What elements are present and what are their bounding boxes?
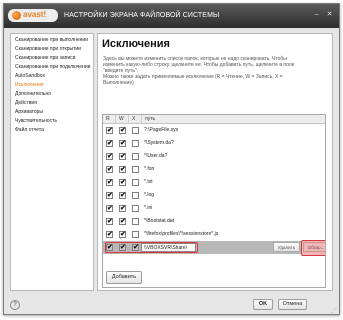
path-cell: *\firefox\profiles\*\sessionstore*.js [144, 231, 219, 237]
read-checkbox[interactable]: ✔ [106, 166, 113, 173]
sidebar-item-archivers[interactable]: Архиваторы [11, 108, 93, 117]
read-checkbox[interactable]: ✔ [106, 218, 113, 225]
read-checkbox[interactable]: ✔ [106, 127, 113, 134]
avast-logo: avast! [8, 9, 58, 22]
execute-checkbox[interactable] [132, 218, 139, 225]
sidebar-item-report-file[interactable]: Файл отчета [11, 126, 93, 135]
write-checkbox[interactable]: ✔ [119, 231, 126, 238]
write-checkbox[interactable]: ✔ [119, 179, 126, 186]
read-checkbox[interactable]: ✔ [106, 231, 113, 238]
logo-text: avast! [23, 10, 47, 19]
path-edit-input[interactable]: \\VBOXSVR\Share\ [141, 243, 196, 252]
execute-checkbox[interactable] [132, 166, 139, 173]
table-row[interactable]: ✔ ✔ *.fon [103, 163, 325, 176]
read-checkbox[interactable]: ✔ [106, 179, 113, 186]
path-cell: *.txt [144, 179, 153, 185]
sidebar-item-scan-on-attach[interactable]: Сканирование при подключении [11, 63, 93, 72]
sidebar-item-scan-on-write[interactable]: Сканирование при записи [11, 54, 93, 63]
sidebar-item-actions[interactable]: Действия [11, 99, 93, 108]
sidebar: Сканирование при выполнении Сканирование… [10, 33, 94, 291]
read-checkbox[interactable]: ✔ [106, 140, 113, 147]
cancel-button[interactable]: Отмена [278, 299, 307, 310]
sidebar-item-scan-on-execute[interactable]: Сканирование при выполнении [11, 36, 93, 45]
write-checkbox[interactable]: ✔ [119, 140, 126, 147]
editing-row[interactable]: ✔ ✔ ✔ \\VBOXSVR\Share\ Удалить Обзор... [103, 240, 325, 256]
read-checkbox[interactable]: ✔ [106, 192, 113, 199]
browse-button[interactable]: Обзор... [303, 242, 325, 252]
execute-checkbox[interactable] [132, 140, 139, 147]
ok-button[interactable]: OK [253, 299, 273, 310]
column-header-r[interactable]: R [103, 115, 116, 124]
table-row[interactable]: ✔ ✔ *\Bootstat.dat [103, 215, 325, 228]
table-row[interactable]: ✔ ✔ *\User.da? [103, 150, 325, 163]
execute-checkbox[interactable]: ✔ [132, 244, 139, 251]
settings-window: avast! НАСТРОЙКИ ЭКРАНА ФАЙЛОВОЙ СИСТЕМЫ… [3, 3, 340, 315]
read-checkbox[interactable]: ✔ [106, 153, 113, 160]
write-checkbox[interactable]: ✔ [119, 127, 126, 134]
avast-logo-icon [12, 11, 21, 20]
exclusions-table: R W X путь ✔ ✔ ?:\PageFile.sys ✔ ✔ *\Sys… [102, 114, 326, 288]
execute-checkbox[interactable] [132, 192, 139, 199]
page-title: Исключения [102, 38, 170, 50]
delete-button[interactable]: Удалить [273, 242, 300, 252]
description-line: Выполнение) [103, 80, 134, 86]
table-row[interactable]: ✔ ✔ *\System.da? [103, 137, 325, 150]
write-checkbox[interactable]: ✔ [119, 218, 126, 225]
write-checkbox[interactable]: ✔ [119, 166, 126, 173]
close-button[interactable]: ✕ [324, 9, 335, 20]
column-header-w[interactable]: W [116, 115, 129, 124]
execute-checkbox[interactable] [132, 153, 139, 160]
path-cell: *\Bootstat.dat [144, 218, 175, 224]
table-row[interactable]: ✔ ✔ *.log [103, 189, 325, 202]
sidebar-item-advanced[interactable]: Дополнительно [11, 90, 93, 99]
title-bar[interactable]: avast! НАСТРОЙКИ ЭКРАНА ФАЙЛОВОЙ СИСТЕМЫ… [4, 4, 339, 28]
sidebar-item-autosandbox[interactable]: AutoSandbox [11, 72, 93, 81]
path-cell: ?:\PageFile.sys [144, 127, 179, 133]
table-row[interactable]: ✔ ✔ *.ini [103, 202, 325, 215]
add-button[interactable]: Добавить [106, 271, 142, 284]
write-checkbox[interactable]: ✔ [119, 244, 126, 251]
path-cell: *\User.da? [144, 153, 168, 159]
execute-checkbox[interactable] [132, 231, 139, 238]
write-checkbox[interactable]: ✔ [119, 205, 126, 212]
execute-checkbox[interactable] [132, 205, 139, 212]
sidebar-item-sensitivity[interactable]: Чувствительность [11, 117, 93, 126]
execute-checkbox[interactable] [132, 127, 139, 134]
execute-checkbox[interactable] [132, 179, 139, 186]
table-header: R W X путь [103, 115, 325, 124]
resize-grip-icon[interactable]: ⋰ [331, 307, 337, 314]
exclusions-panel: Исключения Здесь вы можете изменить спис… [97, 33, 333, 291]
path-cell: *.log [144, 192, 155, 198]
table-row[interactable]: ✔ ✔ *\firefox\profiles\*\sessionstore*.j… [103, 228, 325, 241]
window-title: НАСТРОЙКИ ЭКРАНА ФАЙЛОВОЙ СИСТЕМЫ [64, 12, 220, 19]
table-row[interactable]: ✔ ✔ *.txt [103, 176, 325, 189]
path-cell: *\System.da? [144, 140, 174, 146]
read-checkbox[interactable]: ✔ [106, 205, 113, 212]
sidebar-item-exclusions[interactable]: Исключения [11, 81, 93, 90]
column-header-x[interactable]: X [129, 115, 142, 124]
minimize-button[interactable]: ‒ [311, 9, 322, 20]
sidebar-item-scan-on-open[interactable]: Сканирование при открытии [11, 45, 93, 54]
column-header-path[interactable]: путь [142, 115, 325, 124]
read-checkbox[interactable]: ✔ [106, 244, 113, 251]
help-icon[interactable]: ? [10, 300, 20, 310]
write-checkbox[interactable]: ✔ [119, 153, 126, 160]
path-cell: *.ini [144, 205, 153, 211]
write-checkbox[interactable]: ✔ [119, 192, 126, 199]
table-row[interactable]: ✔ ✔ ?:\PageFile.sys [103, 124, 325, 137]
path-cell: *.fon [144, 166, 155, 172]
